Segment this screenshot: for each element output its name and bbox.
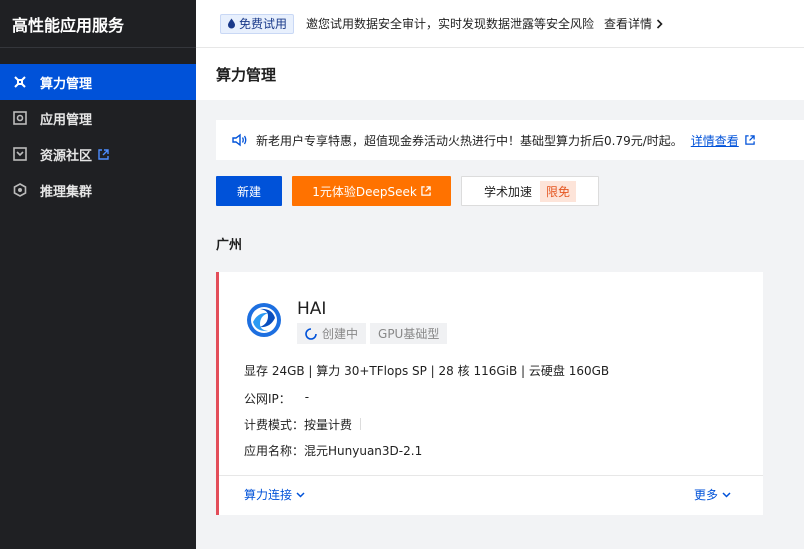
external-link-icon [98,148,109,160]
sidebar-nav: 算力管理 应用管理 资源社区 推理集群 [0,64,196,208]
region-title: 广州 [216,238,243,253]
sidebar-item-label: 应用管理 [40,112,93,128]
instance-card: HAI 创建中 GPU基础型 显存 24GB | 算力 30+TFlops SP… [216,272,763,515]
app-name-value: 混元Hunyuan3D-2.1 [304,444,423,458]
instance-specs: 显存 24GB | 算力 30+TFlops SP | 28 核 116GiB … [244,364,610,378]
new-button[interactable]: 新建 [216,176,282,206]
loading-icon [305,327,317,340]
chevron-down-icon [296,491,305,498]
sidebar-item-cluster[interactable]: 推理集群 [0,172,196,208]
page-header: 算力管理 [196,48,804,100]
page-title: 算力管理 [216,65,277,84]
sidebar-item-compute[interactable]: 算力管理 [0,64,196,100]
sidebar-item-label: 算力管理 [40,76,93,92]
compute-connect-dropdown[interactable]: 算力连接 [244,486,305,503]
promo-bar: 免费试用 邀您试用数据安全审计，实时发现数据泄露等安全风险 查看详情 [196,0,804,48]
promo-text: 邀您试用数据安全审计，实时发现数据泄露等安全风险 [306,17,595,31]
divider [219,475,763,476]
instance-type-badge: GPU基础型 [370,323,448,344]
billing-label: 计费模式： [244,418,305,432]
sidebar-item-apps[interactable]: 应用管理 [0,100,196,136]
external-link-icon[interactable] [745,135,763,145]
compute-icon [12,74,28,90]
academic-acceleration-label: 学术加速 [483,184,532,199]
drop-icon [228,18,235,29]
instance-tags: 创建中 GPU基础型 [297,323,451,344]
billing-row: 计费模式： 按量计费 [244,416,362,433]
speaker-icon [232,133,247,147]
status-badge: 创建中 [297,323,367,344]
hai-logo-icon [246,302,282,338]
more-label: 更多 [694,488,719,502]
external-link-icon [421,186,431,196]
instance-name[interactable]: HAI [297,299,326,319]
app-title: 高性能应用服务 [0,0,196,48]
sidebar: 高性能应用服务 算力管理 应用管理 资源社区 推理集群 [0,0,196,549]
deepseek-trial-button[interactable]: 1元体验DeepSeek [292,176,451,206]
academic-acceleration-button[interactable]: 学术加速 限免 [461,176,599,206]
app-icon [12,110,28,126]
promo-notice: 新老用户专享特惠，超值现金券活动火热进行中！基础型算力折后0.79元/时起。 详… [216,120,804,160]
more-dropdown[interactable]: 更多 [694,486,731,503]
view-details-link[interactable]: 查看详情 [604,15,663,32]
chevron-right-icon [656,18,663,29]
cluster-icon [12,182,28,198]
sidebar-item-label: 推理集群 [40,184,93,200]
public-ip-label: 公网IP： [244,392,291,406]
notice-text: 新老用户专享特惠，超值现金券活动火热进行中！基础型算力折后0.79元/时起。 [256,133,683,148]
app-name-label: 应用名称： [244,444,305,458]
compute-connect-label: 算力连接 [244,488,293,502]
billing-value: 按量计费 [304,418,353,432]
community-icon [12,146,28,162]
app-name-row: 应用名称： 混元Hunyuan3D-2.1 [244,442,422,459]
free-trial-badge[interactable]: 免费试用 [220,13,295,34]
free-trial-label: 免费试用 [239,17,288,31]
notice-details-link[interactable]: 详情查看 [691,132,739,149]
sidebar-item-community[interactable]: 资源社区 [0,136,196,172]
deepseek-trial-label: 1元体验DeepSeek [312,184,417,199]
chevron-down-icon [722,491,731,498]
status-label: 创建中 [322,327,359,341]
sidebar-item-label: 资源社区 [40,148,93,164]
public-ip-row: 公网IP： - [244,390,309,407]
action-bar: 新建 1元体验DeepSeek 学术加速 限免 [216,176,599,206]
view-details-label: 查看详情 [604,17,653,31]
public-ip-value: - [304,390,310,404]
free-limited-tag: 限免 [540,180,577,202]
divider [360,418,362,430]
